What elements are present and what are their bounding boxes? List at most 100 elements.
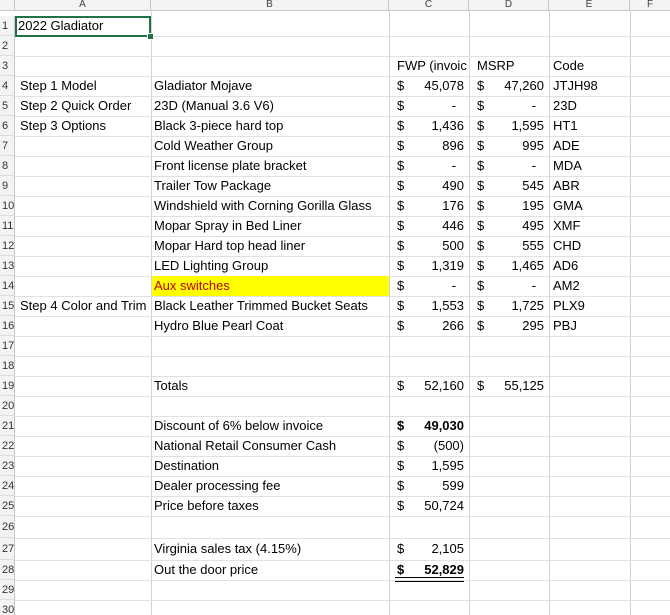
cell-item-msrp[interactable]: 47,260: [489, 76, 544, 96]
row-header[interactable]: 16: [0, 316, 15, 336]
summary-value[interactable]: (500): [409, 436, 464, 456]
row-header[interactable]: 9: [0, 176, 15, 196]
cell-item-name[interactable]: Mopar Spray in Bed Liner: [152, 216, 303, 236]
cell-item-msrp[interactable]: -: [489, 276, 544, 296]
cell-item-name[interactable]: Black Leather Trimmed Bucket Seats: [152, 296, 370, 316]
cell-item-fwp[interactable]: 896: [409, 136, 464, 156]
row-header[interactable]: 4: [0, 76, 15, 96]
row-header[interactable]: 12: [0, 236, 15, 256]
column-header-f[interactable]: F: [630, 0, 670, 10]
cell-item-code[interactable]: CHD: [551, 236, 633, 256]
cell-item-fwp[interactable]: 500: [409, 236, 464, 256]
row-header[interactable]: 20: [0, 396, 15, 416]
cell-item-name[interactable]: Trailer Tow Package: [152, 176, 273, 196]
header-fwp[interactable]: FWP (invoic: [395, 56, 469, 76]
cell-item-msrp[interactable]: 1,595: [489, 116, 544, 136]
cell-item-fwp[interactable]: 1,319: [409, 256, 464, 276]
cell-item-msrp[interactable]: 295: [489, 316, 544, 336]
cell-item-msrp[interactable]: 1,725: [489, 296, 544, 316]
row-header[interactable]: 13: [0, 256, 15, 276]
summary-label[interactable]: Price before taxes: [152, 496, 261, 516]
summary-label[interactable]: Destination: [152, 456, 221, 476]
fill-handle[interactable]: [147, 33, 154, 40]
cell-item-name[interactable]: Windshield with Corning Gorilla Glass: [152, 196, 373, 216]
cell-item-code[interactable]: 23D: [551, 96, 633, 116]
cell-item-name[interactable]: Hydro Blue Pearl Coat: [152, 316, 285, 336]
cell-item-fwp[interactable]: 176: [409, 196, 464, 216]
row-header[interactable]: 18: [0, 356, 15, 376]
summary-value[interactable]: 49,030: [409, 416, 464, 436]
summary-label[interactable]: Discount of 6% below invoice: [152, 416, 325, 436]
cell-item-name[interactable]: Gladiator Mojave: [152, 76, 254, 96]
cell-step3[interactable]: Step 3 Options: [18, 116, 108, 136]
header-msrp[interactable]: MSRP: [475, 56, 517, 76]
cell-item-name[interactable]: Mopar Hard top head liner: [152, 236, 307, 256]
row-header[interactable]: 10: [0, 196, 15, 216]
select-all-corner[interactable]: [0, 0, 15, 10]
cell-item-code[interactable]: AD6: [551, 256, 633, 276]
cell-item-code[interactable]: GMA: [551, 196, 633, 216]
cell-item-code[interactable]: AM2: [551, 276, 633, 296]
summary-label[interactable]: Dealer processing fee: [152, 476, 282, 496]
cell-item-msrp[interactable]: 555: [489, 236, 544, 256]
column-header-b[interactable]: B: [151, 0, 389, 10]
column-header-a[interactable]: A: [15, 0, 151, 10]
cell-item-name[interactable]: Front license plate bracket: [152, 156, 308, 176]
cell-item-name[interactable]: Cold Weather Group: [152, 136, 275, 156]
cell-item-fwp[interactable]: 490: [409, 176, 464, 196]
cell-item-code[interactable]: HT1: [551, 116, 633, 136]
summary-value[interactable]: 599: [409, 476, 464, 496]
cell-item-name[interactable]: Black 3-piece hard top: [152, 116, 285, 136]
row-header[interactable]: 2: [0, 36, 15, 56]
cell-step2[interactable]: Step 2 Quick Order: [18, 96, 133, 116]
cell-step1[interactable]: Step 1 Model: [18, 76, 99, 96]
summary-label[interactable]: National Retail Consumer Cash: [152, 436, 338, 456]
row-header[interactable]: 21: [0, 416, 15, 436]
row-header[interactable]: 23: [0, 456, 15, 476]
cell-item-msrp[interactable]: -: [489, 156, 544, 176]
cell-item-name[interactable]: LED Lighting Group: [152, 256, 270, 276]
row-header[interactable]: 15: [0, 296, 15, 316]
row-header[interactable]: 28: [0, 560, 15, 580]
cell-item-code[interactable]: ADE: [551, 136, 633, 156]
row-header[interactable]: 30: [0, 600, 15, 615]
row-header[interactable]: 17: [0, 336, 15, 356]
cell-item-name-highlighted[interactable]: Aux switches: [152, 276, 389, 296]
cell-item-fwp[interactable]: 1,436: [409, 116, 464, 136]
column-header-c[interactable]: C: [389, 0, 469, 10]
cell-item-fwp[interactable]: 446: [409, 216, 464, 236]
row-header[interactable]: 22: [0, 436, 15, 456]
row-header[interactable]: 1: [0, 16, 15, 36]
cell-item-code[interactable]: JTJH98: [551, 76, 633, 96]
totals-fwp[interactable]: 52,160: [409, 376, 464, 396]
cell-item-msrp[interactable]: 995: [489, 136, 544, 156]
cell-item-fwp[interactable]: 45,078: [409, 76, 464, 96]
column-header-d[interactable]: D: [469, 0, 549, 10]
row-header[interactable]: 25: [0, 496, 15, 516]
tax-value[interactable]: 2,105: [409, 539, 464, 559]
cell-item-msrp[interactable]: 495: [489, 216, 544, 236]
tax-label[interactable]: Virginia sales tax (4.15%): [152, 539, 303, 559]
cell-item-code[interactable]: PLX9: [551, 296, 633, 316]
cell-step4[interactable]: Step 4 Color and Trim: [18, 296, 148, 316]
totals-msrp[interactable]: 55,125: [489, 376, 544, 396]
cell-item-msrp[interactable]: 545: [489, 176, 544, 196]
totals-label[interactable]: Totals: [152, 376, 190, 396]
cell-item-code[interactable]: XMF: [551, 216, 633, 236]
row-header[interactable]: 14: [0, 276, 15, 296]
cell-item-name[interactable]: 23D (Manual 3.6 V6): [152, 96, 276, 116]
summary-value[interactable]: 50,724: [409, 496, 464, 516]
row-header[interactable]: 29: [0, 580, 15, 600]
header-code[interactable]: Code: [551, 56, 586, 76]
row-header[interactable]: 26: [0, 516, 15, 538]
row-header[interactable]: 8: [0, 156, 15, 176]
cell-item-fwp[interactable]: -: [409, 156, 464, 176]
cell-item-msrp[interactable]: -: [489, 96, 544, 116]
row-header[interactable]: 3: [0, 56, 15, 76]
summary-value[interactable]: 1,595: [409, 456, 464, 476]
cell-item-fwp[interactable]: -: [409, 96, 464, 116]
row-header[interactable]: 27: [0, 538, 15, 560]
cell-item-fwp[interactable]: 266: [409, 316, 464, 336]
cell-item-code[interactable]: MDA: [551, 156, 633, 176]
cell-item-code[interactable]: PBJ: [551, 316, 633, 336]
